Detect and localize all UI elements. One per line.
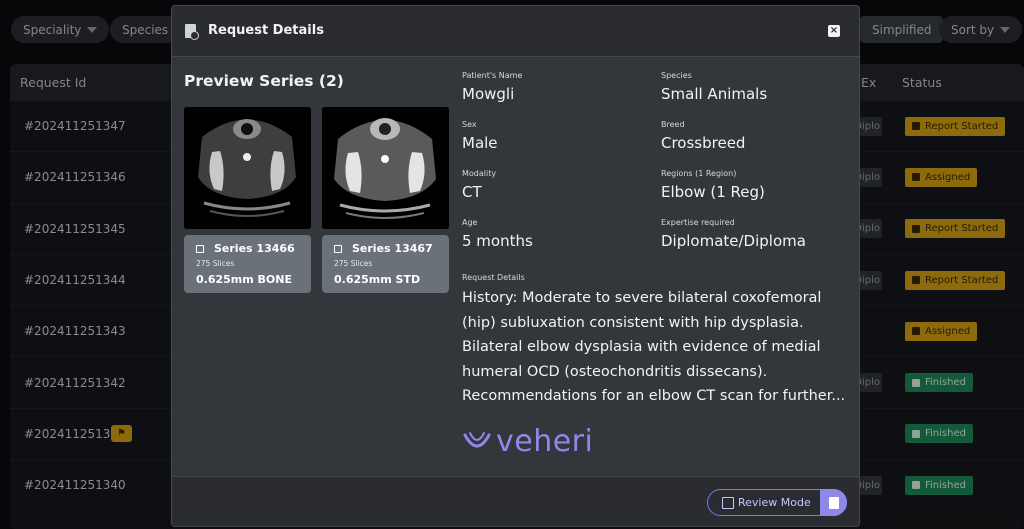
series-icon <box>196 244 204 253</box>
ct-scan-image <box>184 107 311 229</box>
series-card-1[interactable]: Series 13466 275 Slices 0.625mm BONE <box>184 235 311 293</box>
series-slices: 275 Slices <box>196 259 235 268</box>
series-card-2[interactable]: Series 13467 275 Slices 0.625mm STD <box>322 235 449 293</box>
series-thumbnail-2[interactable] <box>322 107 449 229</box>
regions-value: Elbow (1 Reg) <box>661 183 765 201</box>
review-mode-button[interactable]: Review Mode <box>707 489 847 516</box>
document-icon <box>185 24 199 40</box>
modal-title: Request Details <box>208 23 324 38</box>
species-value: Small Animals <box>661 85 768 103</box>
age-value: 5 months <box>462 232 533 250</box>
modality-value: CT <box>462 183 482 201</box>
regions-label: Regions (1 Region) <box>661 169 737 178</box>
patient-name-label: Patient's Name <box>462 71 523 80</box>
series-description: 0.625mm STD <box>334 273 421 286</box>
copy-icon <box>828 496 839 509</box>
age-label: Age <box>462 218 478 227</box>
series-name: Series 13466 <box>214 242 295 255</box>
modal-footer: Review Mode <box>172 476 859 526</box>
external-link-icon <box>722 497 734 509</box>
preview-series-title: Preview Series (2) <box>184 72 344 90</box>
close-button[interactable]: × <box>828 25 840 37</box>
request-details-modal: Request Details × Preview Series (2) Ser… <box>171 5 860 527</box>
veheri-logo-icon <box>463 431 491 447</box>
patient-name-value: Mowgli <box>462 85 515 103</box>
modality-label: Modality <box>462 169 497 178</box>
modal-header: Request Details × <box>172 6 859 57</box>
series-icon <box>334 244 342 253</box>
sex-label: Sex <box>462 120 477 129</box>
veheri-logo: veheri <box>462 424 593 459</box>
veheri-logo-text: veheri <box>496 424 594 459</box>
review-mode-label: Review Mode <box>738 496 811 509</box>
expertise-label: Expertise required <box>661 218 735 227</box>
request-details-label: Request Details <box>462 273 525 282</box>
sex-value: Male <box>462 134 498 152</box>
ct-scan-image <box>322 107 449 229</box>
breed-label: Breed <box>661 120 685 129</box>
series-slices: 275 Slices <box>334 259 373 268</box>
copy-button[interactable] <box>820 489 847 516</box>
species-label: Species <box>661 71 692 80</box>
request-details-text: History: Moderate to severe bilateral co… <box>462 290 846 404</box>
series-description: 0.625mm BONE <box>196 273 293 286</box>
breed-value: Crossbreed <box>661 134 746 152</box>
series-name: Series 13467 <box>352 242 433 255</box>
expertise-value: Diplomate/Diploma <box>661 232 806 250</box>
series-thumbnail-1[interactable] <box>184 107 311 229</box>
